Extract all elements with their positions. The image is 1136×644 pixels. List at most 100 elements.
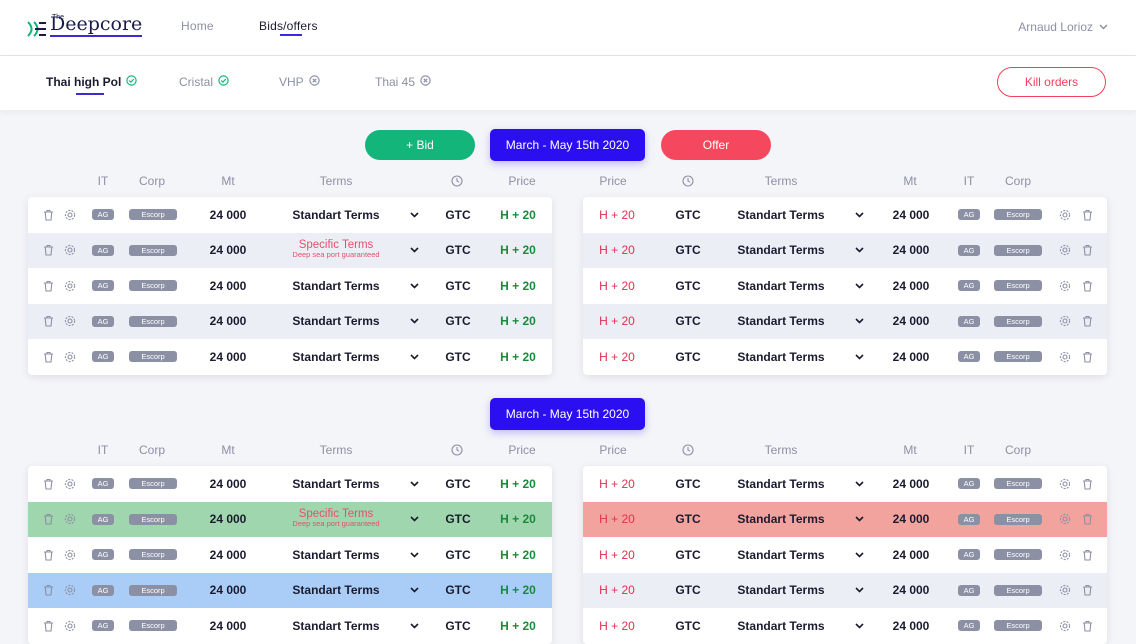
offer-button[interactable]: Offer: [661, 130, 771, 160]
product-tab[interactable]: Cristal: [179, 75, 229, 89]
bid-row[interactable]: AG Escorp 24 000 Standart Terms GTC H + 20: [28, 197, 552, 233]
terms-select[interactable]: Standart Terms: [713, 502, 849, 538]
chevron-down-icon[interactable]: [408, 339, 420, 375]
trash-icon[interactable]: [40, 304, 56, 340]
chevron-down-icon[interactable]: [408, 268, 420, 304]
bid-row[interactable]: AG Escorp 24 000 Standart Terms GTC H + 20: [28, 466, 552, 502]
bid-row[interactable]: AG Escorp 24 000 Standart Terms GTC H + 20: [28, 268, 552, 304]
trash-icon[interactable]: [40, 233, 56, 269]
gear-icon[interactable]: [62, 502, 78, 538]
product-tab[interactable]: VHP: [279, 75, 320, 89]
trash-icon[interactable]: [1079, 502, 1095, 538]
kill-orders-button[interactable]: Kill orders: [997, 67, 1106, 97]
product-tab[interactable]: Thai high Pol: [46, 75, 138, 89]
chevron-down-icon[interactable]: [408, 233, 420, 269]
terms-select[interactable]: Standart Terms: [713, 197, 849, 233]
chevron-down-icon[interactable]: [408, 304, 420, 340]
chevron-down-icon[interactable]: [853, 608, 865, 644]
offer-row[interactable]: H + 20 GTC Standart Terms 24 000 AG Escorp: [583, 232, 1107, 269]
trash-icon[interactable]: [1079, 339, 1095, 375]
offer-row[interactable]: H + 20 GTC Standart Terms 24 000 AG Escorp: [583, 608, 1107, 644]
bid-row[interactable]: AG Escorp 24 000 Standart Terms GTC H + 20: [28, 572, 552, 609]
terms-select[interactable]: Standart Terms: [713, 233, 849, 269]
chevron-down-icon[interactable]: [853, 573, 865, 609]
product-tab[interactable]: Thai 45: [375, 75, 431, 89]
user-menu[interactable]: Arnaud Lorioz: [1018, 20, 1108, 34]
gear-icon[interactable]: [62, 573, 78, 609]
period-selector[interactable]: March - May 15th 2020: [490, 129, 645, 161]
gear-icon[interactable]: [1057, 608, 1073, 644]
trash-icon[interactable]: [40, 339, 56, 375]
terms-select[interactable]: Standart Terms: [713, 608, 849, 644]
offer-row[interactable]: H + 20 GTC Standart Terms 24 000 AG Escorp: [583, 197, 1107, 233]
trash-icon[interactable]: [1079, 197, 1095, 233]
terms-select[interactable]: Standart Terms: [268, 197, 404, 233]
chevron-down-icon[interactable]: [408, 502, 420, 538]
offer-row[interactable]: H + 20 GTC Standart Terms 24 000 AG Escorp: [583, 466, 1107, 502]
offer-row[interactable]: H + 20 GTC Standart Terms 24 000 AG Escorp: [583, 303, 1107, 340]
bid-row[interactable]: AG Escorp 24 000 Specific Terms Deep sea por…: [28, 232, 552, 269]
bid-row[interactable]: AG Escorp 24 000 Standart Terms GTC H + 20: [28, 339, 552, 375]
gear-icon[interactable]: [1057, 466, 1073, 502]
trash-icon[interactable]: [1079, 268, 1095, 304]
terms-select[interactable]: Standart Terms: [713, 466, 849, 502]
chevron-down-icon[interactable]: [853, 502, 865, 538]
gear-icon[interactable]: [62, 304, 78, 340]
gear-icon[interactable]: [62, 233, 78, 269]
chevron-down-icon[interactable]: [408, 573, 420, 609]
chevron-down-icon[interactable]: [408, 537, 420, 573]
terms-select[interactable]: Standart Terms: [713, 268, 849, 304]
nav-bids-offers[interactable]: Bids/offers: [259, 19, 318, 33]
terms-select[interactable]: Standart Terms: [713, 573, 849, 609]
offer-row[interactable]: H + 20 GTC Standart Terms 24 000 AG Escorp: [583, 268, 1107, 304]
gear-icon[interactable]: [62, 608, 78, 644]
trash-icon[interactable]: [1079, 466, 1095, 502]
bid-row[interactable]: AG Escorp 24 000 Standart Terms GTC H + 20: [28, 608, 552, 644]
offer-row[interactable]: H + 20 GTC Standart Terms 24 000 AG Escorp: [583, 572, 1107, 609]
chevron-down-icon[interactable]: [853, 197, 865, 233]
chevron-down-icon[interactable]: [853, 537, 865, 573]
gear-icon[interactable]: [1057, 197, 1073, 233]
gear-icon[interactable]: [1057, 268, 1073, 304]
trash-icon[interactable]: [1079, 233, 1095, 269]
terms-select[interactable]: Specific Terms Deep sea port guaranteed: [268, 502, 404, 538]
offer-row[interactable]: H + 20 GTC Standart Terms 24 000 AG Escorp: [583, 339, 1107, 375]
gear-icon[interactable]: [62, 466, 78, 502]
bid-row[interactable]: AG Escorp 24 000 Standart Terms GTC H + 20: [28, 303, 552, 340]
bid-row[interactable]: AG Escorp 24 000 Standart Terms GTC H + 20: [28, 537, 552, 573]
gear-icon[interactable]: [1057, 537, 1073, 573]
terms-select[interactable]: Standart Terms: [268, 466, 404, 502]
trash-icon[interactable]: [40, 268, 56, 304]
chevron-down-icon[interactable]: [408, 608, 420, 644]
chevron-down-icon[interactable]: [853, 268, 865, 304]
trash-icon[interactable]: [1079, 608, 1095, 644]
terms-select[interactable]: Standart Terms: [713, 339, 849, 375]
logo[interactable]: The Deepcore: [27, 14, 143, 37]
bid-row[interactable]: AG Escorp 24 000 Specific Terms Deep sea por…: [28, 501, 552, 538]
gear-icon[interactable]: [1057, 233, 1073, 269]
period-selector[interactable]: March - May 15th 2020: [490, 398, 645, 430]
offer-row[interactable]: H + 20 GTC Standart Terms 24 000 AG Escorp: [583, 501, 1107, 538]
trash-icon[interactable]: [1079, 537, 1095, 573]
chevron-down-icon[interactable]: [853, 466, 865, 502]
trash-icon[interactable]: [1079, 573, 1095, 609]
gear-icon[interactable]: [62, 339, 78, 375]
chevron-down-icon[interactable]: [408, 466, 420, 502]
gear-icon[interactable]: [62, 268, 78, 304]
terms-select[interactable]: Standart Terms: [268, 537, 404, 573]
chevron-down-icon[interactable]: [853, 339, 865, 375]
gear-icon[interactable]: [1057, 339, 1073, 375]
offer-row[interactable]: H + 20 GTC Standart Terms 24 000 AG Escorp: [583, 537, 1107, 573]
terms-select[interactable]: Standart Terms: [713, 304, 849, 340]
chevron-down-icon[interactable]: [853, 304, 865, 340]
trash-icon[interactable]: [1079, 304, 1095, 340]
gear-icon[interactable]: [62, 197, 78, 233]
trash-icon[interactable]: [40, 537, 56, 573]
terms-select[interactable]: Standart Terms: [713, 537, 849, 573]
trash-icon[interactable]: [40, 502, 56, 538]
chevron-down-icon[interactable]: [408, 197, 420, 233]
terms-select[interactable]: Standart Terms: [268, 304, 404, 340]
gear-icon[interactable]: [1057, 304, 1073, 340]
gear-icon[interactable]: [1057, 502, 1073, 538]
nav-home[interactable]: Home: [181, 19, 214, 33]
